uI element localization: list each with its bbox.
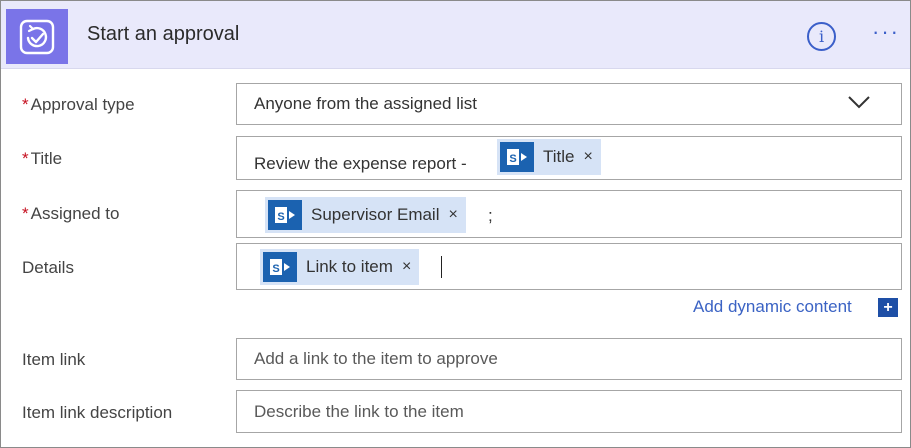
token-label: Supervisor Email [311, 205, 440, 224]
text-cursor [441, 256, 442, 278]
action-title: Start an approval [87, 23, 240, 45]
item-link-input[interactable]: Add a link to the item to approve [236, 338, 902, 380]
info-icon[interactable]: i [807, 22, 836, 51]
required-marker: * [22, 95, 29, 114]
title-label: * Title [22, 149, 63, 168]
sharepoint-icon: S [500, 142, 534, 172]
assigned-to-field[interactable]: S Supervisor Email × ; [236, 190, 902, 238]
details-field[interactable]: S Link to item × [236, 243, 902, 290]
add-dynamic-content-link[interactable]: Add dynamic content [693, 297, 852, 317]
approval-action-card: Start an approval i ··· * Approval type A… [0, 0, 911, 448]
sharepoint-icon: S [268, 200, 302, 230]
required-marker: * [22, 204, 29, 223]
recipient-separator: ; [488, 206, 493, 225]
approvals-icon [6, 9, 68, 64]
details-label: Details [22, 258, 74, 277]
add-dynamic-content-icon[interactable]: + [878, 298, 898, 317]
item-link-placeholder: Add a link to the item to approve [254, 349, 498, 368]
remove-token-icon[interactable]: × [402, 258, 411, 276]
action-header[interactable]: Start an approval i ··· [1, 1, 910, 69]
svg-text:S: S [277, 211, 284, 223]
sharepoint-icon: S [263, 252, 297, 282]
token-label: Link to item [306, 257, 393, 276]
assigned-to-label: * Assigned to [22, 204, 120, 223]
item-link-label: Item link [22, 350, 86, 369]
remove-token-icon[interactable]: × [584, 148, 593, 166]
title-token[interactable]: S Title × [497, 139, 601, 175]
item-link-description-input[interactable]: Describe the link to the item [236, 390, 902, 433]
chevron-down-icon [848, 96, 870, 109]
link-to-item-token[interactable]: S Link to item × [260, 249, 420, 285]
required-marker: * [22, 149, 29, 168]
remove-token-icon[interactable]: × [449, 206, 458, 224]
svg-text:S: S [272, 263, 279, 275]
more-options-icon[interactable]: ··· [872, 19, 900, 45]
approval-type-dropdown[interactable]: Anyone from the assigned list [236, 83, 902, 125]
supervisor-email-token[interactable]: S Supervisor Email × [265, 197, 466, 233]
approval-type-value: Anyone from the assigned list [254, 94, 478, 113]
svg-text:S: S [509, 153, 516, 165]
token-label: Title [543, 147, 575, 166]
item-link-description-placeholder: Describe the link to the item [254, 402, 464, 421]
title-field[interactable]: Review the expense report - S Title × [236, 136, 902, 180]
item-link-description-label: Item link description [22, 403, 173, 422]
approval-type-label: * Approval type [22, 95, 135, 114]
title-prefix-text: Review the expense report - [254, 154, 467, 173]
